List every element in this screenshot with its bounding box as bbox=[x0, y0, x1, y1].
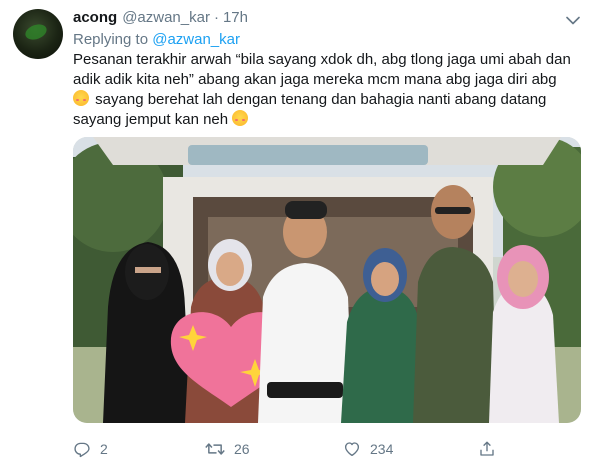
tweet-text-part2: sayang berehat lah dengan tenang dan bah… bbox=[73, 91, 547, 128]
tweet-header: acong @azwan_kar · 17h bbox=[73, 9, 248, 29]
reply-count: 2 bbox=[100, 441, 108, 457]
tweet-text-part1: Pesanan terakhir arwah “bila sayang xdok… bbox=[73, 51, 571, 88]
heart-icon bbox=[343, 440, 361, 458]
timestamp[interactable]: 17h bbox=[223, 9, 248, 26]
share-button[interactable] bbox=[478, 438, 496, 460]
smiling-face-emoji-icon bbox=[73, 90, 89, 106]
retweet-count: 26 bbox=[234, 441, 250, 457]
author-name[interactable]: acong bbox=[73, 9, 117, 26]
chevron-down-icon[interactable] bbox=[565, 12, 581, 28]
tweet[interactable]: acong @azwan_kar · 17h Replying to @azwa… bbox=[0, 0, 595, 467]
avatar[interactable] bbox=[13, 9, 63, 59]
tweet-text: Pesanan terakhir arwah “bila sayang xdok… bbox=[73, 50, 573, 130]
smiling-face-emoji-icon bbox=[232, 110, 249, 126]
separator-dot: · bbox=[213, 9, 219, 26]
reply-icon bbox=[73, 440, 91, 458]
author-handle[interactable]: @azwan_kar bbox=[122, 9, 210, 26]
group-photo-image bbox=[73, 137, 581, 423]
retweet-button[interactable]: 26 bbox=[205, 438, 250, 460]
reply-button[interactable]: 2 bbox=[73, 438, 108, 460]
replying-to: Replying to @azwan_kar bbox=[73, 31, 240, 48]
retweet-icon bbox=[205, 440, 225, 458]
like-count: 234 bbox=[370, 441, 394, 457]
tweet-photo[interactable] bbox=[73, 137, 581, 423]
like-button[interactable]: 234 bbox=[343, 438, 393, 460]
tweet-actions: 2 26 234 bbox=[73, 438, 573, 460]
replying-prefix: Replying to bbox=[73, 31, 149, 48]
share-icon bbox=[478, 440, 496, 458]
replying-mention-link[interactable]: @azwan_kar bbox=[152, 31, 240, 48]
